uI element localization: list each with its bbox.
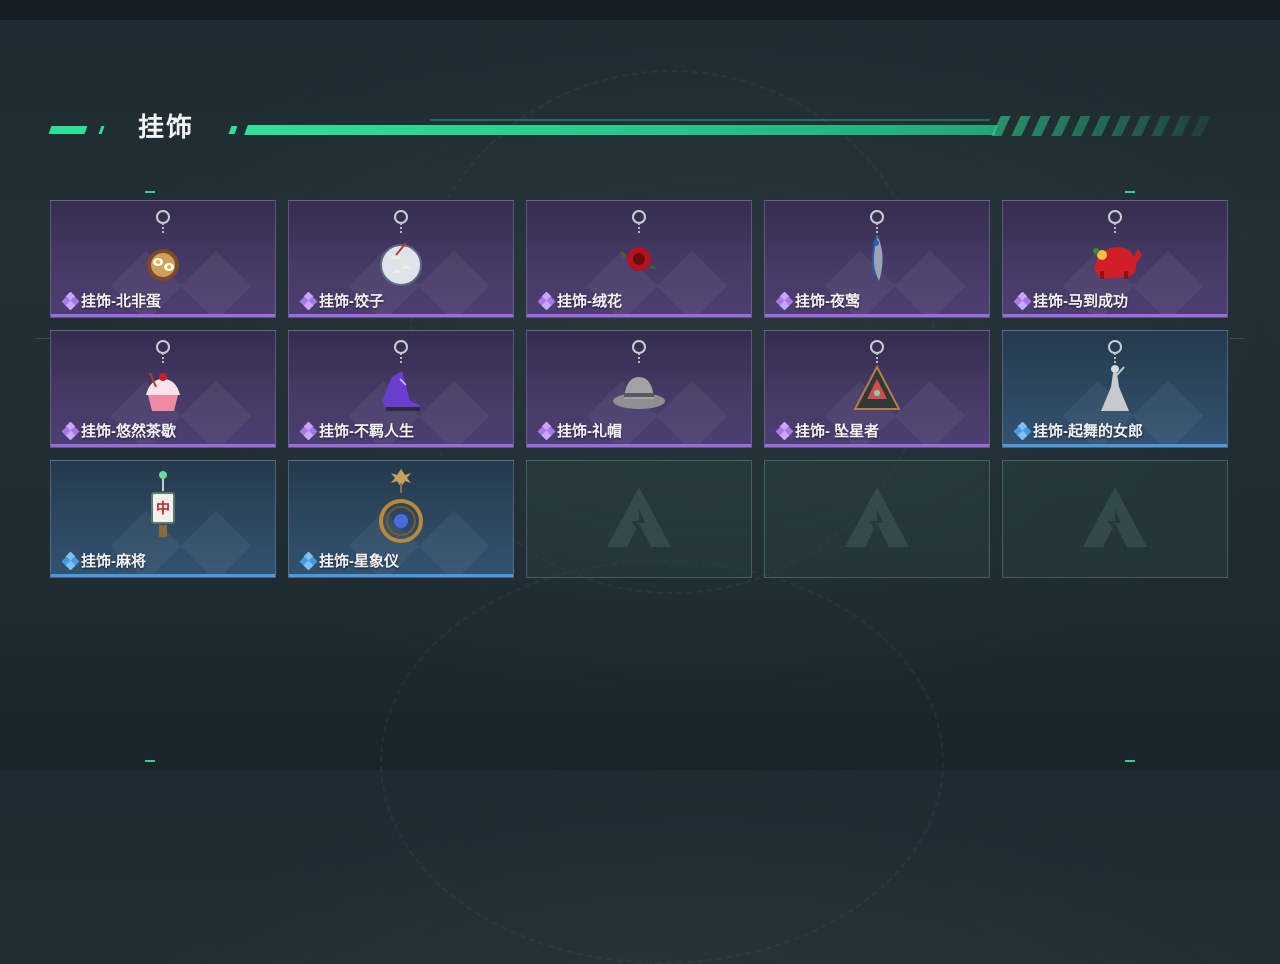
red-horse-charm-icon: [1080, 207, 1150, 291]
rarity-bar: [765, 444, 989, 447]
charm-grid: 挂饰-北非蛋 挂饰-饺子 挂饰-绒花 挂饰-夜莺 挂饰-马到成功挂饰-悠然茶歇 挂饰-不羁…: [50, 200, 1230, 580]
section-header: 挂饰: [48, 112, 1211, 142]
rarity-purple-icon: [1013, 291, 1033, 311]
charm-name: 挂饰-绒花: [557, 293, 622, 310]
charm-name: 挂饰-北非蛋: [81, 293, 161, 310]
empty-charm-slot[interactable]: [764, 460, 990, 578]
rarity-blue-icon: [1013, 421, 1033, 441]
rarity-purple-icon: [299, 421, 319, 441]
header-thin-line: [430, 119, 990, 121]
header-accent-bar: [228, 126, 238, 134]
cupcake-charm-icon: [128, 337, 198, 421]
charm-card[interactable]: 挂饰-饺子: [288, 200, 514, 318]
rarity-purple-icon: [775, 291, 795, 311]
egg-pan-charm-icon: [128, 207, 198, 291]
corner-mark: [145, 191, 155, 193]
charm-name: 挂饰-悠然茶歇: [81, 423, 176, 440]
corner-mark: [145, 760, 155, 762]
header-checker-pattern: [991, 116, 1211, 136]
charm-card[interactable]: 挂饰-北非蛋: [50, 200, 276, 318]
fedora-hat-charm-icon: [604, 337, 674, 421]
charm-name: 挂饰- 坠星者: [795, 423, 880, 440]
charm-card[interactable]: 挂饰-悠然茶歇: [50, 330, 276, 448]
charm-name: 挂饰-不羁人生: [319, 423, 414, 440]
rarity-bar: [527, 444, 751, 447]
charm-card[interactable]: 挂饰-不羁人生: [288, 330, 514, 448]
charm-name: 挂饰-夜莺: [795, 293, 860, 310]
top-bar: [0, 0, 1280, 20]
rarity-purple-icon: [61, 291, 81, 311]
header-accent-bar: [98, 126, 105, 134]
empty-charm-slot[interactable]: [526, 460, 752, 578]
side-line: [1230, 338, 1244, 339]
rarity-bar: [765, 314, 989, 317]
rarity-bar: [289, 574, 513, 577]
astrolabe-charm-icon: [366, 467, 436, 551]
charm-name: 挂饰-马到成功: [1033, 293, 1128, 310]
rarity-bar: [527, 314, 751, 317]
rarity-bar: [51, 574, 275, 577]
charm-card[interactable]: 挂饰-夜莺: [764, 200, 990, 318]
charm-card[interactable]: 中挂饰-麻将: [50, 460, 276, 578]
header-progress-line: [244, 125, 998, 135]
rarity-bar: [51, 444, 275, 447]
rarity-purple-icon: [775, 421, 795, 441]
charm-name: 挂饰-麻将: [81, 553, 146, 570]
charm-name: 挂饰-起舞的女郎: [1033, 423, 1143, 440]
rarity-purple-icon: [537, 291, 557, 311]
rarity-bar: [51, 314, 275, 317]
rarity-purple-icon: [537, 421, 557, 441]
purple-sneaker-charm-icon: [366, 337, 436, 421]
dumpling-plate-charm-icon: [366, 207, 436, 291]
charm-card[interactable]: 挂饰-礼帽: [526, 330, 752, 448]
rarity-bar: [289, 314, 513, 317]
charm-card[interactable]: 挂饰-星象仪: [288, 460, 514, 578]
charm-card[interactable]: 挂饰- 坠星者: [764, 330, 990, 448]
rarity-bar: [1003, 314, 1227, 317]
charm-card[interactable]: 挂饰-马到成功: [1002, 200, 1228, 318]
empty-slot-logo-icon: [1075, 479, 1155, 559]
nightingale-feather-charm-icon: [842, 207, 912, 291]
empty-charm-slot[interactable]: [1002, 460, 1228, 578]
corner-mark: [1125, 760, 1135, 762]
rarity-blue-icon: [299, 551, 319, 571]
triangle-emblem-charm-icon: [842, 337, 912, 421]
rarity-bar: [1003, 444, 1227, 447]
rarity-bar: [289, 444, 513, 447]
charm-card[interactable]: 挂饰-起舞的女郎: [1002, 330, 1228, 448]
corner-mark: [1125, 191, 1135, 193]
background-ring: [380, 560, 944, 964]
svg-text:中: 中: [156, 500, 170, 517]
header-accent-bar: [48, 126, 88, 134]
section-title: 挂饰: [138, 112, 195, 142]
empty-slot-logo-icon: [837, 479, 917, 559]
charm-name: 挂饰-饺子: [319, 293, 384, 310]
empty-slot-logo-icon: [599, 479, 679, 559]
charm-name: 挂饰-礼帽: [557, 423, 622, 440]
mahjong-tile-charm-icon: 中: [128, 467, 198, 551]
charm-card[interactable]: 挂饰-绒花: [526, 200, 752, 318]
red-velvet-flower-charm-icon: [604, 207, 674, 291]
dancing-lady-charm-icon: [1080, 337, 1150, 421]
rarity-purple-icon: [299, 291, 319, 311]
side-line: [36, 338, 50, 339]
rarity-purple-icon: [61, 421, 81, 441]
rarity-blue-icon: [61, 551, 81, 571]
charm-name: 挂饰-星象仪: [319, 553, 399, 570]
